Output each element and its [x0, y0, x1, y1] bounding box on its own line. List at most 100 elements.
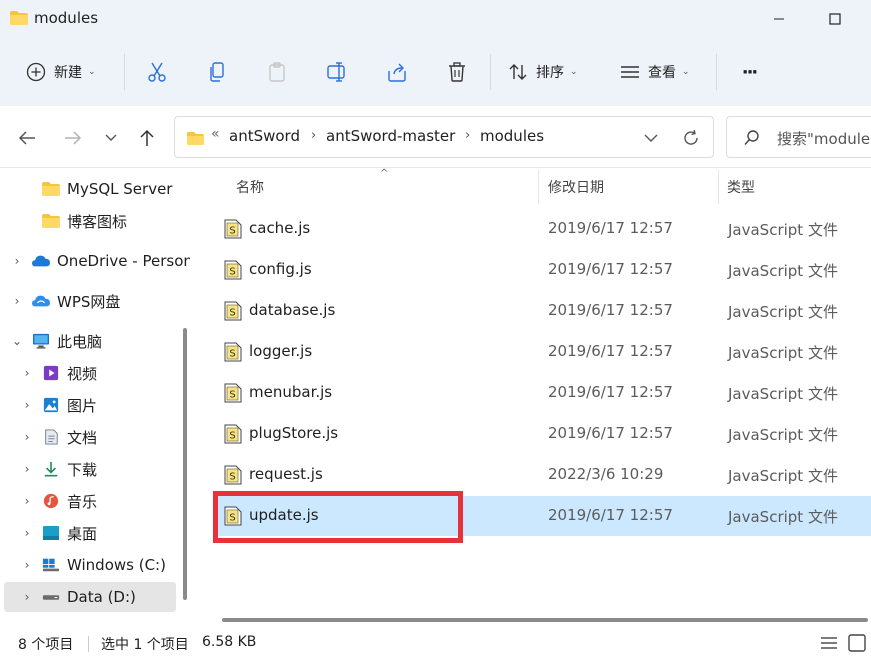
- breadcrumb-separator[interactable]: ›: [465, 128, 470, 143]
- view-button[interactable]: 查看 ⌄: [620, 56, 690, 88]
- paste-button[interactable]: [264, 56, 290, 88]
- maximize-button[interactable]: [812, 0, 858, 38]
- rename-button[interactable]: [324, 56, 350, 88]
- delete-button[interactable]: [444, 56, 470, 88]
- chevron-right-icon[interactable]: ›: [20, 590, 34, 604]
- file-row[interactable]: S request.js 2022/3/6 10:29 JavaScript 文…: [214, 455, 871, 495]
- folder-icon: [187, 132, 204, 145]
- wps-cloud-icon: [32, 295, 50, 307]
- downloads-icon: [44, 461, 58, 477]
- sidebar-item-data-d[interactable]: › Data (D:): [4, 582, 176, 612]
- sidebar-item-desktop[interactable]: › 桌面: [4, 518, 176, 548]
- svg-text:S: S: [229, 226, 235, 237]
- recent-locations-button[interactable]: [98, 125, 124, 151]
- sidebar-item-mysql-server[interactable]: MySQL Server: [4, 174, 176, 204]
- chevron-right-icon[interactable]: ›: [10, 254, 24, 268]
- file-name: plugStore.js: [249, 424, 339, 442]
- forward-button[interactable]: [60, 125, 86, 151]
- sidebar-scroll-thumb[interactable]: [183, 328, 187, 600]
- file-type: JavaScript 文件: [728, 262, 838, 280]
- address-overflow[interactable]: «: [211, 126, 220, 142]
- window-title: modules: [34, 9, 99, 27]
- column-modified-label: 修改日期: [548, 180, 604, 196]
- column-header-name[interactable]: 名称: [236, 168, 536, 206]
- file-modified: 2019/6/17 12:57: [548, 342, 673, 360]
- js-file-icon: S: [224, 260, 242, 280]
- chevron-down-icon[interactable]: ⌄: [10, 334, 24, 348]
- sidebar-item-videos[interactable]: › 视频: [4, 358, 176, 388]
- sidebar-item-onedrive[interactable]: › OneDrive - Personal: [4, 246, 190, 276]
- address-bar[interactable]: « antSword › antSword-master › modules: [174, 116, 714, 158]
- file-name: config.js: [249, 260, 312, 278]
- minimize-icon: [774, 18, 784, 20]
- sidebar-item-blog-icons[interactable]: 博客图标: [4, 206, 176, 236]
- toolbar-divider: [490, 54, 491, 90]
- svg-text:S: S: [229, 267, 235, 278]
- share-button[interactable]: [384, 56, 410, 88]
- chevron-right-icon[interactable]: ›: [20, 430, 34, 444]
- sort-icon: [509, 64, 527, 80]
- chevron-right-icon[interactable]: ›: [20, 398, 34, 412]
- file-row[interactable]: S plugStore.js 2019/6/17 12:57 JavaScrip…: [214, 414, 871, 454]
- refresh-button[interactable]: [678, 126, 704, 150]
- sidebar-item-label: 文档: [67, 428, 98, 447]
- chevron-right-icon[interactable]: ›: [20, 558, 34, 572]
- sidebar-item-label: 博客图标: [67, 212, 128, 231]
- tiles-view-icon[interactable]: [846, 632, 868, 654]
- file-row[interactable]: S cache.js 2019/6/17 12:57 JavaScript 文件: [214, 209, 871, 249]
- trash-icon: [449, 62, 465, 82]
- js-file-icon: S: [224, 383, 242, 403]
- sidebar-item-this-pc[interactable]: ⌄ 此电脑: [4, 326, 176, 356]
- copy-icon: [210, 62, 224, 82]
- arrow-left-icon: [18, 131, 35, 145]
- pictures-icon: [43, 397, 59, 413]
- file-modified: 2022/3/6 10:29: [548, 465, 664, 483]
- chevron-right-icon[interactable]: ›: [20, 526, 34, 540]
- file-row[interactable]: S config.js 2019/6/17 12:57 JavaScript 文…: [214, 250, 871, 290]
- sidebar-item-windows-c[interactable]: › Windows (C:): [4, 550, 176, 580]
- sidebar-item-label: 图片: [67, 396, 98, 415]
- details-view-icon[interactable]: [818, 632, 840, 654]
- cut-button[interactable]: [144, 56, 170, 88]
- horizontal-scroll-thumb[interactable]: [222, 618, 868, 622]
- sidebar-item-music[interactable]: › 音乐: [4, 486, 176, 516]
- file-row[interactable]: S logger.js 2019/6/17 12:57 JavaScript 文…: [214, 332, 871, 372]
- paste-icon: [269, 62, 285, 82]
- toolbar-divider: [124, 54, 125, 90]
- address-history-button[interactable]: [638, 126, 664, 150]
- breadcrumb-modules[interactable]: modules: [480, 127, 544, 145]
- selection-count: 选中 1 个项目: [101, 637, 189, 653]
- chevron-right-icon[interactable]: ›: [20, 462, 34, 476]
- back-button[interactable]: [14, 125, 40, 151]
- sidebar-item-downloads[interactable]: › 下载: [4, 454, 176, 484]
- command-bar: 新建 ⌄ 排序 ⌄ 查看 ⌄ ···: [0, 38, 871, 106]
- documents-icon: [45, 429, 58, 445]
- copy-button[interactable]: [204, 56, 230, 88]
- breadcrumb-antsword-master[interactable]: antSword-master: [326, 127, 455, 145]
- breadcrumb-separator[interactable]: ›: [311, 128, 316, 143]
- chevron-right-icon[interactable]: ›: [20, 366, 34, 380]
- breadcrumb-antsword[interactable]: antSword: [229, 127, 300, 145]
- sidebar-item-pictures[interactable]: › 图片: [4, 390, 176, 420]
- up-button[interactable]: [134, 125, 160, 151]
- new-button[interactable]: 新建 ⌄: [26, 56, 96, 88]
- column-divider[interactable]: [718, 170, 719, 204]
- chevron-right-icon[interactable]: ›: [20, 494, 34, 508]
- search-box[interactable]: 搜索"modules": [726, 116, 871, 158]
- minimize-button[interactable]: [756, 0, 802, 38]
- chevron-down-icon: ⌄: [570, 67, 578, 77]
- videos-icon: [43, 365, 59, 381]
- column-divider[interactable]: [538, 170, 539, 204]
- column-header-type[interactable]: 类型: [727, 168, 867, 206]
- desktop-icon: [43, 526, 59, 540]
- file-row[interactable]: S database.js 2019/6/17 12:57 JavaScript…: [214, 291, 871, 331]
- chevron-right-icon[interactable]: ›: [10, 294, 24, 308]
- file-row[interactable]: S menubar.js 2019/6/17 12:57 JavaScript …: [214, 373, 871, 413]
- more-options-button[interactable]: ···: [734, 56, 764, 88]
- sort-button[interactable]: 排序 ⌄: [508, 56, 578, 88]
- sidebar-item-wps-cloud[interactable]: › WPS网盘: [4, 286, 176, 316]
- chevron-down-icon: [105, 134, 117, 141]
- folder-icon: [10, 11, 28, 25]
- sidebar-item-documents[interactable]: › 文档: [4, 422, 176, 452]
- column-header-modified[interactable]: 修改日期: [548, 168, 718, 206]
